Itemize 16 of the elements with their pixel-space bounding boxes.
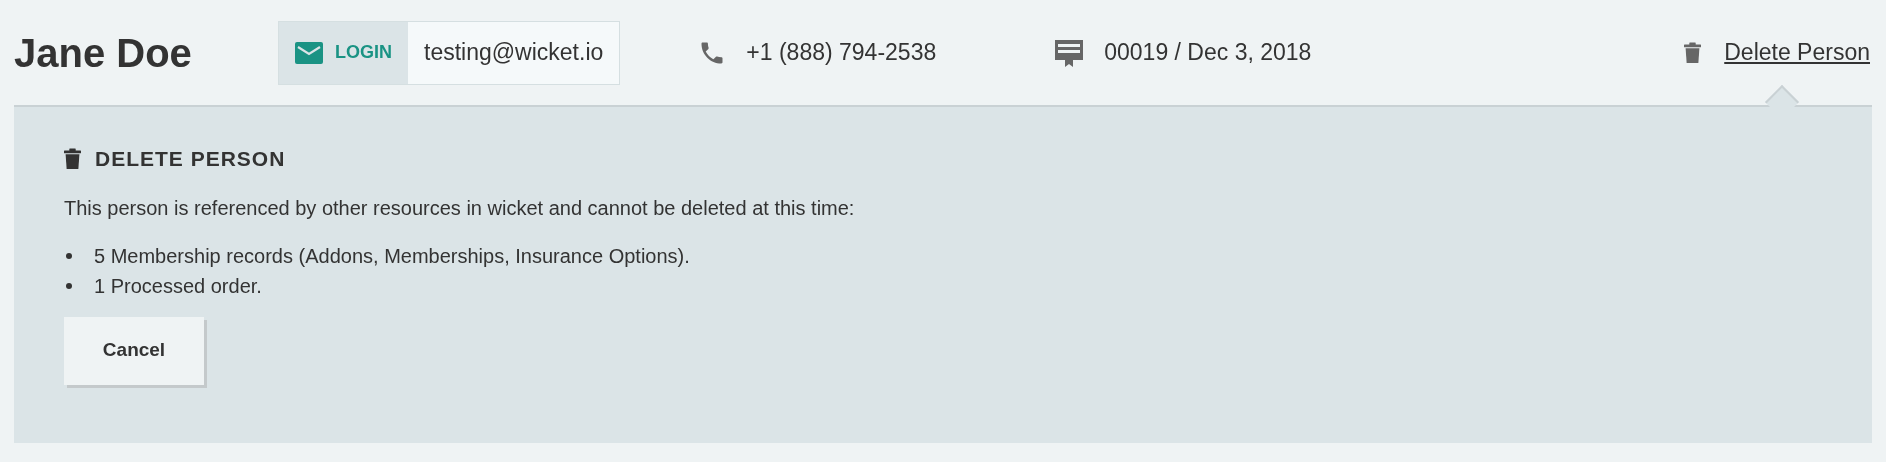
- membership-info: 00019 / Dec 3, 2018: [1104, 38, 1312, 68]
- cancel-button[interactable]: Cancel: [64, 316, 204, 385]
- person-name: Jane Doe: [14, 29, 193, 77]
- delete-person-link[interactable]: Delete Person: [1724, 35, 1870, 70]
- envelope-icon: [295, 41, 323, 64]
- login-email: testing@wicket.io: [408, 21, 620, 84]
- panel-message: This person is referenced by other resources in wicket and cannot be deleted at this time:: [64, 195, 856, 221]
- bullet-icon: [66, 252, 72, 259]
- reference-item: 5 Membership records (Addons, Memberships, Insurance Options).: [94, 243, 690, 269]
- panel-title: DELETE PERSON: [95, 146, 286, 172]
- bullet-icon: [66, 282, 72, 289]
- certificate-icon: [1054, 37, 1085, 68]
- reference-item: 1 Processed order.: [94, 273, 262, 299]
- trash-icon: [1684, 41, 1702, 64]
- trash-icon: [64, 147, 81, 170]
- phone-number: +1 (888) 794-2538: [746, 38, 937, 68]
